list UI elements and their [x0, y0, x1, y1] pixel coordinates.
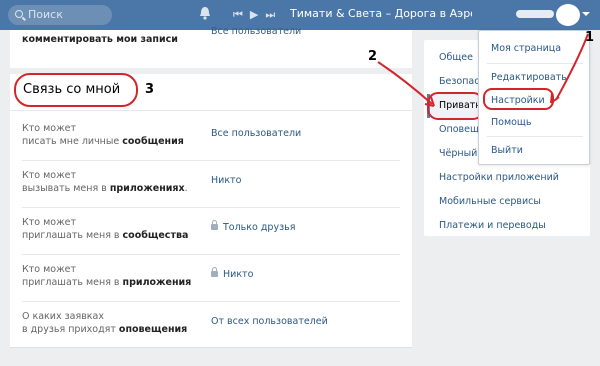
lock-icon [211, 267, 218, 277]
row-label: Кто может приглашать меня в приложения [22, 264, 192, 288]
divider [22, 207, 400, 208]
settings-row-comments: комментировать мои записи Все пользовате… [22, 26, 402, 64]
username-blurred [516, 10, 554, 18]
menu-item-help[interactable]: Помощь [491, 117, 531, 128]
privacy-value-link[interactable]: Все пользователи [211, 128, 301, 139]
prev-track-icon[interactable]: ⏮ [233, 8, 244, 21]
annotation-oval [14, 73, 138, 107]
menu-item-my-page[interactable]: Моя страница [491, 43, 561, 54]
current-track[interactable]: Тимати & Света – Дорога в Аэроп... [290, 7, 472, 20]
lock-icon [211, 220, 218, 230]
chevron-down-icon [582, 12, 590, 16]
divider [22, 160, 400, 161]
row-label: О каких заявках в друзья приходят оповещ… [22, 311, 188, 335]
settings-row: Кто может приглашать меня в сообщества Т… [22, 216, 402, 262]
row-value[interactable]: Все пользователи [211, 26, 301, 37]
search-box[interactable]: Поиск [8, 5, 112, 25]
user-menu-button[interactable] [516, 4, 590, 26]
privacy-value-link[interactable]: Никто [211, 267, 253, 280]
row-label: Кто может приглашать меня в сообщества [22, 217, 189, 241]
settings-row: Кто может вызывать меня в приложениях. Н… [22, 169, 402, 215]
divider [10, 110, 412, 111]
privacy-settings-card: комментировать мои записи Все пользовате… [10, 26, 412, 348]
nav-item-mobile-services[interactable]: Мобильные сервисы [439, 196, 541, 207]
divider [22, 301, 400, 302]
settings-row: О каких заявках в друзья приходят оповещ… [22, 310, 402, 356]
search-icon [15, 10, 23, 18]
nav-item-payments[interactable]: Платежи и переводы [439, 220, 546, 231]
menu-divider [487, 63, 583, 64]
annotation-oval [427, 92, 484, 120]
annotation-number: 2 [368, 49, 378, 64]
settings-row: Кто может приглашать меня в приложения Н… [22, 263, 402, 309]
annotation-number: 1 [585, 30, 595, 45]
search-input[interactable]: Поиск [28, 8, 63, 21]
play-icon[interactable]: ▶ [250, 8, 259, 21]
row-label: комментировать мои записи [22, 34, 178, 45]
divider [22, 254, 400, 255]
row-label: Кто может вызывать меня в приложениях. [22, 170, 188, 194]
privacy-value-link[interactable]: Только друзья [211, 220, 295, 233]
avatar [556, 4, 580, 26]
annotation-number: 3 [145, 82, 155, 97]
menu-divider [487, 136, 583, 137]
row-label: Кто может писать мне личные сообщения [22, 123, 184, 147]
settings-row: Кто может писать мне личные сообщения Вс… [22, 122, 402, 168]
menu-item-edit[interactable]: Редактировать [491, 72, 567, 83]
menu-item-logout[interactable]: Выйти [491, 145, 523, 156]
player-controls: ⏮ ▶ ⏭ [233, 8, 282, 22]
annotation-oval [483, 88, 554, 110]
nav-item-app-settings[interactable]: Настройки приложений [439, 172, 559, 183]
privacy-value-link[interactable]: Никто [211, 175, 241, 186]
next-track-icon[interactable]: ⏭ [265, 8, 276, 21]
bell-icon[interactable] [199, 6, 211, 20]
privacy-value-link[interactable]: От всех пользователей [211, 316, 328, 327]
nav-item-general[interactable]: Общее [439, 52, 473, 63]
